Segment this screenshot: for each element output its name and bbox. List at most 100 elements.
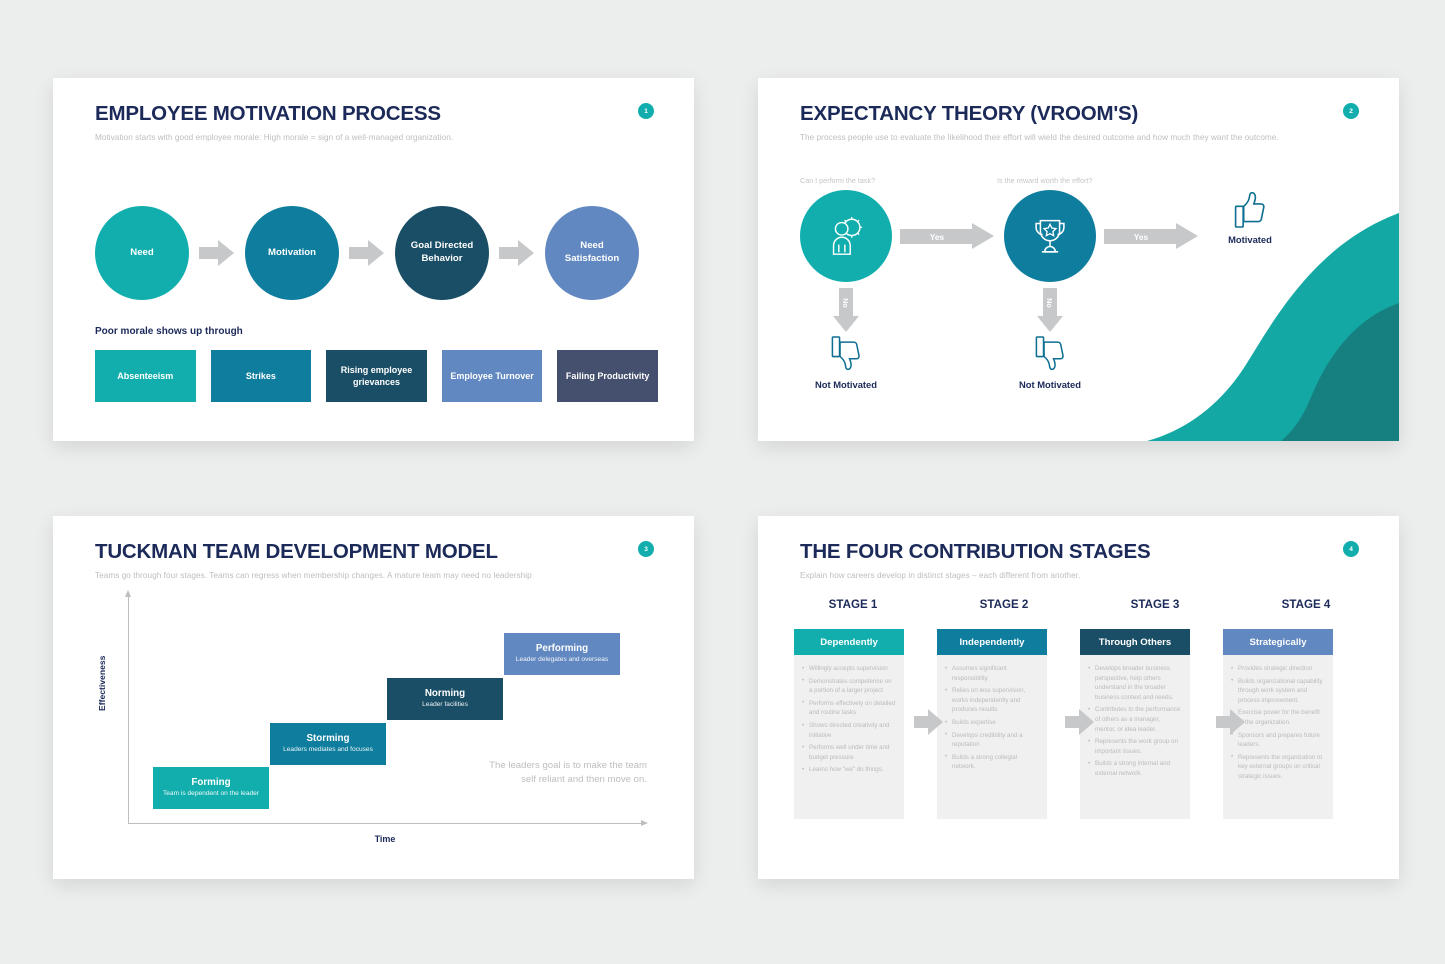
process-circle-need[interactable]: Need — [95, 206, 189, 300]
stage-number-1: STAGE 1 — [828, 598, 878, 611]
stage-column-2[interactable]: Independently Assumes significant respon… — [937, 629, 1047, 819]
stage-number-4: STAGE 4 — [1281, 598, 1331, 611]
stage-body-4: Provides strategic direction Builds organ… — [1223, 655, 1333, 819]
not-motivated-outcome-2: Not Motivated — [1004, 336, 1096, 390]
motivated-label: Motivated — [1228, 234, 1272, 245]
stage-desc: Leader facilities — [422, 701, 468, 709]
stage-box-storming[interactable]: Storming Leaders mediates and focuses — [270, 723, 386, 765]
slide-employee-motivation-process[interactable]: EMPLOYEE MOTIVATION PROCESS Motivation s… — [53, 78, 694, 441]
slide-expectancy-theory[interactable]: EXPECTANCY THEORY (VROOM'S) The process … — [758, 78, 1399, 441]
slide-four-contribution-stages[interactable]: THE FOUR CONTRIBUTION STAGES Explain how… — [758, 516, 1399, 879]
stage-column-3[interactable]: Through Others Develops broader business… — [1080, 629, 1190, 819]
stage-bullet: Assumes significant responsibility — [945, 663, 1039, 683]
slide-number-badge: 2 — [1343, 103, 1359, 119]
slide-number-badge: 3 — [638, 541, 654, 557]
no-label: No — [1045, 298, 1055, 308]
page-title: EMPLOYEE MOTIVATION PROCESS — [95, 102, 441, 125]
stage-desc: Leader delegates and overseas — [515, 656, 609, 664]
tuckman-staircase-chart: Effectiveness Time Forming Team is depen… — [95, 590, 655, 859]
stage-column-1[interactable]: Dependently Willingly accepts supervisio… — [794, 629, 904, 819]
stage-bullet: Builds organizational capability through… — [1231, 676, 1325, 706]
stage-header-through-others: Through Others — [1080, 629, 1190, 655]
stage-bullet: Contributes to the performance of others… — [1088, 705, 1182, 734]
stage-header-strategically: Strategically — [1223, 629, 1333, 655]
poor-morale-label: Poor morale shows up through — [95, 326, 243, 337]
stage-box-forming[interactable]: Forming Team is dependent on the leader — [153, 767, 269, 809]
stage-body-1: Willingly accepts supervision Demonstrate… — [794, 655, 904, 819]
stage-number-2: STAGE 2 — [979, 598, 1029, 611]
arrow-right-icon — [349, 240, 385, 266]
stage-header-independently: Independently — [937, 629, 1047, 655]
stage-number-3: STAGE 3 — [1130, 598, 1180, 611]
page-subtitle: Explain how careers develop in distinct … — [800, 571, 1081, 580]
stage-bullet-list: Assumes significant responsibility Relies… — [945, 663, 1039, 772]
stage-title: Performing — [535, 643, 589, 655]
thumbs-down-icon — [1035, 336, 1064, 371]
no-arrow-1: No — [833, 288, 859, 332]
stage-bullet: Sponsors and prepares future leaders. — [1231, 730, 1325, 750]
stage-bullet: Shows directed creativity and initiative — [802, 721, 896, 740]
process-circle-goal-directed-behavior[interactable]: Goal Directed Behavior — [395, 206, 489, 300]
stage-box-norming[interactable]: Norming Leader facilities — [387, 678, 503, 720]
page-title: EXPECTANCY THEORY (VROOM'S) — [800, 102, 1139, 125]
yes-arrow-1: Yes — [900, 223, 996, 249]
slide2-header: EXPECTANCY THEORY (VROOM'S) The process … — [758, 78, 1399, 142]
morale-box-absenteeism[interactable]: Absenteeism — [95, 350, 196, 402]
slide-number-badge: 1 — [638, 103, 654, 119]
morale-box-employee-turnover[interactable]: Employee Turnover — [441, 350, 543, 402]
stage-bullet: Performs effectively on detailed and rou… — [802, 698, 896, 718]
stage-title: Storming — [306, 733, 350, 745]
y-axis-label: Effectiveness — [97, 655, 107, 711]
slide-tuckman-team-development[interactable]: TUCKMAN TEAM DEVELOPMENT MODEL Teams go … — [53, 516, 694, 879]
stage-header-dependently: Dependently — [794, 629, 904, 655]
page-subtitle: Teams go through four stages. Teams can … — [95, 571, 532, 580]
stage-bullet: Builds a strong collegial network. — [945, 752, 1039, 772]
contribution-stages: STAGE 1 STAGE 2 STAGE 3 STAGE 4 Dependen… — [794, 598, 1366, 819]
slide-deck: EMPLOYEE MOTIVATION PROCESS Motivation s… — [0, 0, 1445, 964]
yes-label: Yes — [929, 231, 945, 242]
arrow-right-icon — [1216, 709, 1245, 735]
y-axis — [125, 590, 131, 824]
stage-bullet: Demonstrates competence on a portion of … — [802, 676, 896, 696]
stage-bullet: Relies on less supervision, works indepe… — [945, 686, 1039, 715]
stage-bullet: Provides strategic direction — [1231, 664, 1325, 674]
arrow-right-icon — [499, 240, 535, 266]
arrow-right-icon — [199, 240, 235, 266]
x-axis — [128, 820, 648, 826]
yes-arrow-2: Yes — [1104, 223, 1200, 249]
question-label-effort: Can I perform the task? — [800, 176, 876, 185]
stage-bullet-list: Provides strategic direction Builds organ… — [1231, 664, 1325, 782]
stage-body-2: Assumes significant responsibility Relies… — [937, 655, 1047, 819]
process-circle-need-satisfaction[interactable]: Need Satisfaction — [545, 206, 639, 300]
stage-bullet-list: Willingly accepts supervision Demonstrate… — [802, 664, 896, 775]
stage-bullet: Develops broader business perspective, h… — [1088, 663, 1182, 702]
stage-bullet: Learns how "we" do things. — [802, 765, 896, 775]
not-motivated-label: Not Motivated — [1019, 379, 1081, 390]
stage-bullet: Willingly accepts supervision — [802, 664, 896, 674]
motivated-outcome: Motivated — [1204, 190, 1296, 245]
trophy-star-icon[interactable] — [1004, 190, 1096, 282]
thumbs-down-icon — [831, 336, 860, 371]
stage-title: Forming — [191, 777, 231, 789]
stage-bullet: Represents the organization to key exter… — [1231, 752, 1325, 782]
stage-bullet: Builds expertise — [945, 718, 1039, 728]
morale-box-rising-employee-grievances[interactable]: Rising employee grievances — [326, 350, 427, 402]
not-motivated-label: Not Motivated — [815, 379, 877, 390]
stage-title: Norming — [424, 688, 466, 700]
stage-box-performing[interactable]: Performing Leader delegates and overseas — [504, 633, 620, 675]
stage-columns: Dependently Willingly accepts supervisio… — [794, 629, 1366, 819]
leaders-goal-note: The leaders goal is to make the team sel… — [489, 760, 647, 785]
slide-number-badge: 4 — [1343, 541, 1359, 557]
person-gear-icon[interactable] — [800, 190, 892, 282]
slide3-header: TUCKMAN TEAM DEVELOPMENT MODEL Teams go … — [53, 516, 694, 580]
thumbs-up-icon — [1234, 191, 1265, 228]
process-circle-motivation[interactable]: Motivation — [245, 206, 339, 300]
stage-number-row: STAGE 1 STAGE 2 STAGE 3 STAGE 4 — [794, 598, 1366, 620]
page-subtitle: The process people use to evaluate the l… — [800, 133, 1279, 142]
morale-box-failing-productivity[interactable]: Failing Productivity — [557, 350, 658, 402]
stage-bullet: Develops credibility and a reputation — [945, 730, 1039, 750]
stage-bullet: Represents the work group on important i… — [1088, 737, 1182, 756]
arrow-right-icon — [1065, 709, 1094, 735]
not-motivated-outcome-1: Not Motivated — [800, 336, 892, 390]
morale-box-strikes[interactable]: Strikes — [210, 350, 312, 402]
